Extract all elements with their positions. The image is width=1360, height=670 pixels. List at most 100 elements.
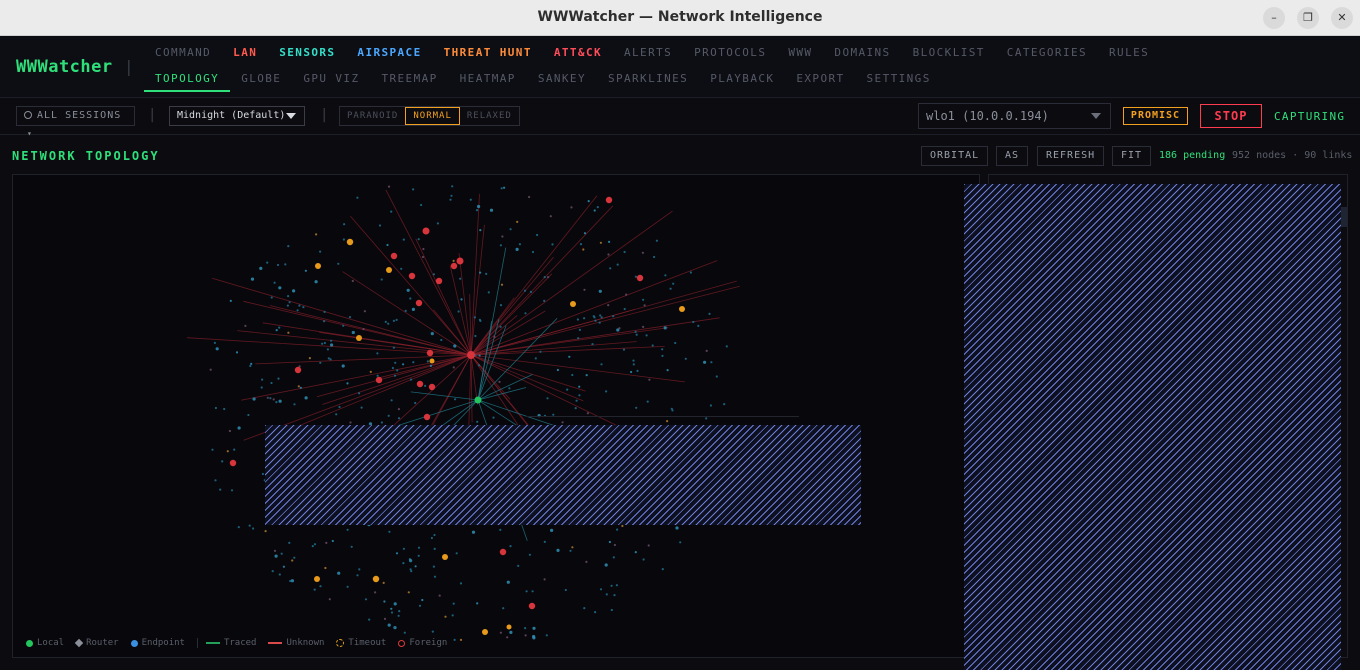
endpoint-node[interactable] — [430, 332, 434, 336]
endpoint-node[interactable] — [235, 351, 239, 354]
endpoint-node[interactable] — [666, 369, 669, 372]
endpoint-node[interactable] — [625, 293, 628, 296]
endpoint-node[interactable] — [607, 253, 610, 256]
endpoint-node[interactable] — [276, 263, 280, 267]
endpoint-node[interactable] — [278, 326, 281, 329]
endpoint-node[interactable] — [356, 196, 359, 199]
nav-alerts[interactable]: ALERTS — [613, 46, 683, 66]
endpoint-node[interactable] — [564, 588, 567, 592]
endpoint-node[interactable] — [304, 396, 308, 400]
nav-protocols[interactable]: PROTOCOLS — [683, 46, 777, 66]
endpoint-node[interactable] — [392, 319, 395, 322]
endpoint-node[interactable] — [449, 198, 452, 201]
endpoint-node[interactable] — [229, 299, 232, 302]
endpoint-node[interactable] — [469, 198, 472, 201]
as-button[interactable]: AS — [996, 146, 1029, 166]
endpoint-node[interactable] — [402, 238, 405, 241]
endpoint-node[interactable] — [378, 224, 382, 227]
endpoint-node[interactable] — [278, 573, 281, 576]
endpoint-node[interactable] — [616, 528, 619, 531]
endpoint-node[interactable] — [663, 326, 667, 330]
endpoint-node[interactable] — [260, 386, 263, 389]
endpoint-node[interactable] — [568, 355, 571, 358]
endpoint-node[interactable] — [292, 289, 296, 293]
fit-button[interactable]: FIT — [1112, 146, 1152, 166]
endpoint-node[interactable] — [215, 347, 219, 351]
endpoint-node[interactable] — [209, 368, 212, 371]
endpoint-node[interactable] — [356, 574, 359, 577]
endpoint-node[interactable] — [609, 267, 612, 270]
endpoint-node[interactable] — [479, 271, 482, 274]
endpoint-node[interactable] — [543, 299, 546, 302]
endpoint-node[interactable] — [598, 321, 601, 324]
endpoint-node[interactable] — [219, 488, 222, 491]
timeout-node[interactable] — [482, 629, 488, 635]
endpoint-node[interactable] — [393, 626, 396, 629]
promisc-toggle[interactable]: PROMISC — [1123, 107, 1188, 125]
endpoint-node[interactable] — [226, 450, 229, 453]
endpoint-node[interactable] — [664, 274, 667, 277]
endpoint-node[interactable] — [531, 250, 535, 254]
endpoint-node[interactable] — [605, 593, 608, 596]
endpoint-node[interactable] — [452, 602, 455, 605]
timeout-node[interactable] — [429, 358, 435, 364]
endpoint-node[interactable] — [653, 255, 656, 259]
tab-gpu-viz[interactable]: GPU VIZ — [292, 72, 370, 92]
orbital-button[interactable]: ORBITAL — [921, 146, 989, 166]
endpoint-node[interactable] — [594, 319, 597, 322]
topology-canvas[interactable] — [12, 174, 980, 658]
endpoint-node[interactable] — [641, 251, 645, 254]
foreign-node[interactable] — [229, 459, 237, 467]
endpoint-node[interactable] — [368, 618, 371, 621]
endpoint-node[interactable] — [417, 546, 421, 549]
endpoint-node[interactable] — [459, 582, 463, 585]
endpoint-node[interactable] — [213, 341, 216, 344]
endpoint-node[interactable] — [453, 344, 457, 348]
endpoint-node[interactable] — [248, 524, 251, 527]
tab-settings[interactable]: SETTINGS — [856, 72, 942, 92]
timeout-node[interactable] — [372, 575, 380, 583]
endpoint-node[interactable] — [492, 416, 495, 419]
foreign-node[interactable] — [408, 272, 416, 280]
endpoint-node[interactable] — [326, 348, 329, 351]
nav-categories[interactable]: CATEGORIES — [996, 46, 1098, 66]
endpoint-node[interactable] — [578, 385, 581, 388]
endpoint-node[interactable] — [293, 403, 296, 406]
endpoint-node[interactable] — [498, 380, 501, 383]
endpoint-node[interactable] — [330, 339, 333, 342]
endpoint-node[interactable] — [715, 375, 718, 378]
endpoint-node[interactable] — [489, 208, 494, 212]
endpoint-node[interactable] — [288, 541, 291, 544]
endpoint-node[interactable] — [577, 337, 580, 340]
endpoint-node[interactable] — [613, 543, 617, 547]
endpoint-node[interactable] — [395, 552, 399, 555]
endpoint-node[interactable] — [454, 398, 457, 401]
endpoint-node[interactable] — [684, 357, 687, 360]
endpoint-node[interactable] — [615, 584, 619, 587]
foreign-node[interactable] — [415, 299, 423, 307]
endpoint-node[interactable] — [323, 320, 326, 323]
close-button[interactable]: ✕ — [1331, 7, 1353, 29]
endpoint-node[interactable] — [710, 361, 713, 364]
endpoint-node[interactable] — [261, 378, 264, 381]
endpoint-node[interactable] — [414, 565, 417, 568]
endpoint-node[interactable] — [296, 309, 299, 312]
endpoint-node[interactable] — [613, 594, 616, 597]
endpoint-node[interactable] — [578, 328, 582, 331]
endpoint-node[interactable] — [383, 600, 386, 603]
endpoint-node[interactable] — [596, 206, 599, 209]
endpoint-node[interactable] — [648, 378, 651, 381]
endpoint-node[interactable] — [280, 552, 283, 555]
endpoint-node[interactable] — [400, 267, 403, 270]
foreign-node[interactable] — [605, 196, 613, 204]
endpoint-node[interactable] — [275, 401, 278, 404]
endpoint-node[interactable] — [523, 289, 527, 292]
foreign-node[interactable] — [422, 227, 430, 235]
endpoint-node[interactable] — [380, 421, 383, 424]
endpoint-node[interactable] — [509, 228, 512, 231]
endpoint-node[interactable] — [517, 564, 520, 567]
endpoint-node[interactable] — [524, 634, 527, 637]
endpoint-node[interactable] — [473, 316, 476, 319]
endpoint-node[interactable] — [321, 342, 324, 345]
endpoint-node[interactable] — [475, 209, 479, 212]
